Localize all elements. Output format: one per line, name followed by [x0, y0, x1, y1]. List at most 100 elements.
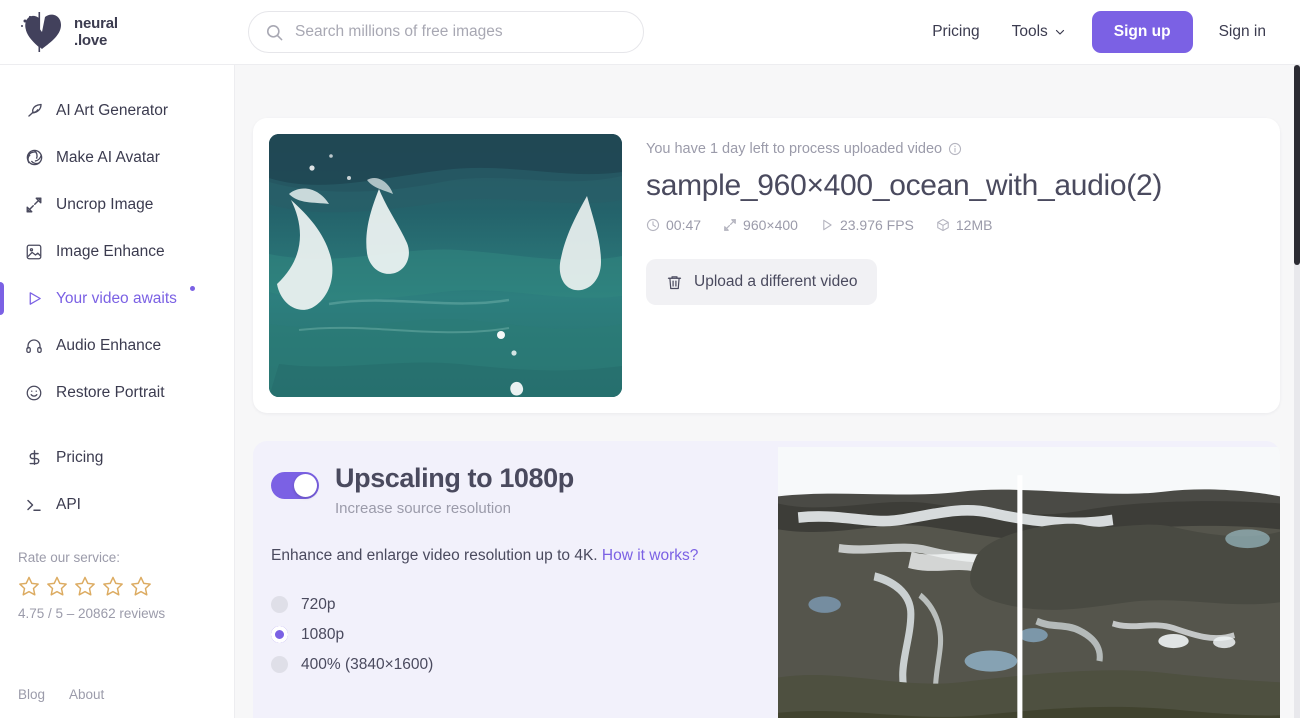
- star-outline-icon[interactable]: [46, 575, 68, 597]
- nav-tools[interactable]: Tools: [998, 14, 1080, 50]
- top-header: neural .love Pricing Tools Sign up Sign …: [0, 0, 1300, 65]
- rating-label: Rate our service:: [18, 550, 234, 565]
- how-it-works-link[interactable]: How it works?: [602, 547, 698, 564]
- sidebar-item-ai-art-generator[interactable]: AI Art Generator: [0, 87, 234, 134]
- resolution-option-label: 720p: [301, 596, 335, 614]
- upscaling-card: Upscaling to 1080p Increase source resol…: [253, 441, 1280, 718]
- aperture-icon: [24, 148, 44, 168]
- upscaling-description: Enhance and enlarge video resolution up …: [271, 544, 701, 569]
- star-outline-icon[interactable]: [74, 575, 96, 597]
- notification-dot: [190, 286, 195, 291]
- dollar-icon: [24, 448, 44, 468]
- sidebar-item-your-video-awaits[interactable]: Your video awaits: [0, 275, 234, 322]
- star-rating[interactable]: [18, 575, 234, 597]
- meta-fps: 23.976 FPS: [820, 217, 914, 233]
- meta-filesize-value: 12MB: [956, 217, 993, 233]
- footer-link-blog[interactable]: Blog: [18, 687, 45, 702]
- search-input[interactable]: [295, 23, 627, 41]
- brand-line-2: .love: [74, 32, 118, 49]
- sidebar: AI Art Generator Make AI Avatar Uncrop I…: [0, 65, 235, 718]
- info-circle-icon[interactable]: [948, 142, 962, 156]
- heart-logo-icon: [18, 10, 64, 54]
- sign-up-button[interactable]: Sign up: [1092, 11, 1193, 53]
- nav-sign-in[interactable]: Sign in: [1205, 14, 1280, 50]
- main-nav: Pricing Tools Sign up Sign in: [918, 11, 1300, 53]
- sidebar-item-label: Restore Portrait: [56, 384, 165, 402]
- brand-line-1: neural: [74, 15, 118, 32]
- image-icon: [24, 242, 44, 262]
- resolution-options: 720p 1080p 400% (3840×1600): [271, 590, 758, 680]
- star-outline-icon[interactable]: [130, 575, 152, 597]
- footer-link-about[interactable]: About: [69, 687, 104, 702]
- upscaling-title: Upscaling to 1080p: [335, 463, 574, 494]
- chevron-down-icon: [1054, 26, 1066, 38]
- meta-fps-value: 23.976 FPS: [840, 217, 914, 233]
- upscaling-header: Upscaling to 1080p Increase source resol…: [271, 463, 758, 517]
- resolution-option-720p[interactable]: 720p: [271, 590, 758, 620]
- nav-pricing[interactable]: Pricing: [918, 14, 993, 50]
- clock-icon: [646, 218, 660, 232]
- sidebar-item-uncrop-image[interactable]: Uncrop Image: [0, 181, 234, 228]
- upload-button-label: Upload a different video: [694, 273, 857, 291]
- video-title: sample_960×400_ocean_with_audio(2): [646, 169, 1162, 203]
- star-outline-icon[interactable]: [18, 575, 40, 597]
- processing-notice-text: You have 1 day left to process uploaded …: [646, 141, 942, 157]
- meta-filesize: 12MB: [936, 217, 993, 233]
- scrollbar-thumb[interactable]: [1294, 65, 1300, 265]
- play-icon: [24, 289, 44, 309]
- ocean-water-splash-thumbnail: [269, 134, 622, 397]
- nav-tools-label: Tools: [1012, 23, 1048, 41]
- meta-duration: 00:47: [646, 217, 701, 233]
- radio-button[interactable]: [271, 596, 288, 613]
- radio-button-selected[interactable]: [271, 626, 288, 643]
- sidebar-item-make-ai-avatar[interactable]: Make AI Avatar: [0, 134, 234, 181]
- meta-duration-value: 00:47: [666, 217, 701, 233]
- nav-pricing-label: Pricing: [932, 23, 979, 41]
- mountain-before-after-comparison: [778, 447, 1280, 718]
- cube-icon: [936, 218, 950, 232]
- sidebar-item-pricing[interactable]: Pricing: [0, 434, 234, 481]
- video-thumbnail[interactable]: [269, 134, 622, 397]
- upscaling-description-text: Enhance and enlarge video resolution up …: [271, 547, 602, 564]
- sidebar-item-label: Audio Enhance: [56, 337, 161, 355]
- meta-resolution: 960×400: [723, 217, 798, 233]
- upload-different-video-button[interactable]: Upload a different video: [646, 259, 877, 305]
- smiley-icon: [24, 383, 44, 403]
- video-details: You have 1 day left to process uploaded …: [646, 134, 1162, 397]
- meta-resolution-value: 960×400: [743, 217, 798, 233]
- sidebar-item-restore-portrait[interactable]: Restore Portrait: [0, 369, 234, 416]
- sidebar-item-label: Make AI Avatar: [56, 149, 160, 167]
- sidebar-item-image-enhance[interactable]: Image Enhance: [0, 228, 234, 275]
- search-bar[interactable]: [248, 11, 644, 53]
- brand-name: neural .love: [74, 15, 118, 50]
- upscaling-preview[interactable]: [778, 447, 1280, 718]
- sidebar-footer-links: Blog About: [18, 687, 104, 702]
- brand-logo-link[interactable]: neural .love: [0, 10, 235, 54]
- video-info-card: You have 1 day left to process uploaded …: [253, 118, 1280, 413]
- main-content: You have 1 day left to process uploaded …: [235, 65, 1300, 718]
- nav-sign-in-label: Sign in: [1219, 23, 1266, 41]
- resolution-option-400-percent[interactable]: 400% (3840×1600): [271, 650, 758, 680]
- resolution-option-label: 400% (3840×1600): [301, 656, 433, 674]
- sidebar-item-label: API: [56, 496, 81, 514]
- page-scrollbar[interactable]: [1294, 65, 1300, 718]
- terminal-icon: [24, 495, 44, 515]
- play-icon: [820, 218, 834, 232]
- radio-button[interactable]: [271, 656, 288, 673]
- sidebar-item-label: AI Art Generator: [56, 102, 168, 120]
- sidebar-item-api[interactable]: API: [0, 481, 234, 528]
- sidebar-item-audio-enhance[interactable]: Audio Enhance: [0, 322, 234, 369]
- resolution-option-1080p[interactable]: 1080p: [271, 620, 758, 650]
- expand-arrows-icon: [723, 218, 737, 232]
- upscaling-settings: Upscaling to 1080p Increase source resol…: [253, 441, 778, 718]
- rating-block: Rate our service: 4.75 / 5 – 20862 revie…: [0, 528, 234, 621]
- expand-arrows-icon: [24, 195, 44, 215]
- star-outline-icon[interactable]: [102, 575, 124, 597]
- search-icon: [265, 23, 284, 42]
- trash-icon: [666, 274, 683, 291]
- rating-score: 4.75 / 5 – 20862 reviews: [18, 606, 234, 621]
- upscaling-toggle[interactable]: [271, 472, 319, 499]
- sidebar-item-label: Pricing: [56, 449, 103, 467]
- sidebar-item-label: Your video awaits: [56, 290, 177, 308]
- video-meta: 00:47 960×400 23.976 FPS: [646, 217, 1162, 233]
